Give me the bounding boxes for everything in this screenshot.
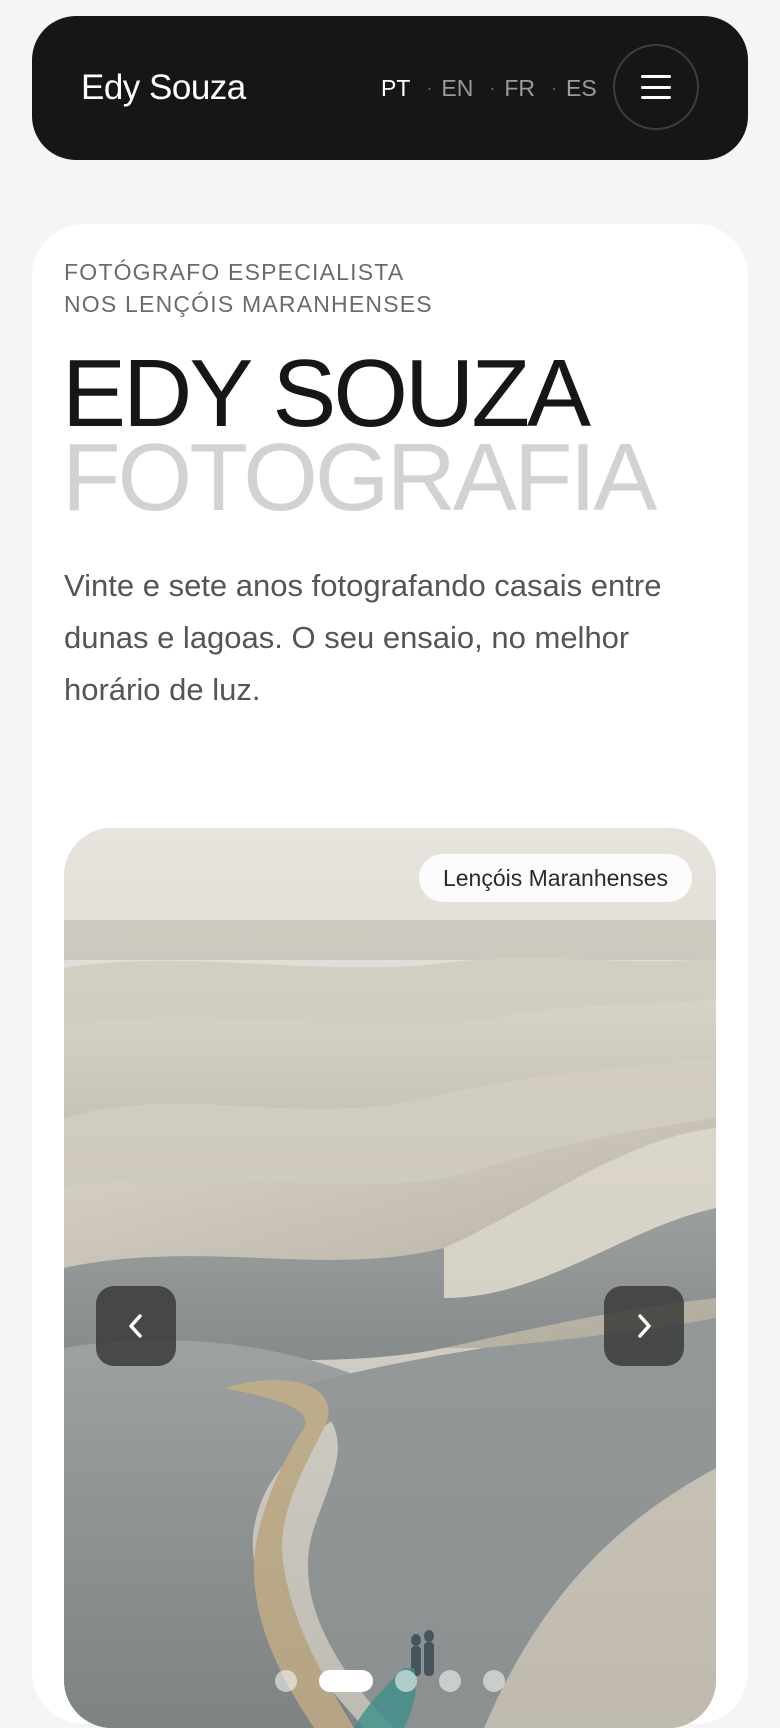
menu-button[interactable] [613,44,699,130]
lang-fr[interactable]: FR [504,75,535,102]
hero-lead: Vinte e sete anos fotografando casais en… [64,568,662,707]
lang-separator: · [426,77,433,98]
hero-title-line-2: FOTOGRAFIA [62,424,657,531]
carousel-dot-5[interactable] [483,1670,505,1692]
eyebrow-line-2: NOS LENÇÓIS MARANHENSES [64,291,433,317]
carousel-prev-button[interactable] [96,1286,176,1366]
photo-carousel[interactable]: Lençóis Maranhenses [64,828,716,1728]
lang-separator: · [489,77,496,98]
lang-separator: · [551,77,558,98]
carousel-dot-2[interactable] [319,1670,373,1692]
carousel-next-button[interactable] [604,1286,684,1366]
site-header: Edy Souza PT · EN · FR · ES [32,16,748,160]
chevron-left-icon [129,1314,142,1338]
carousel-photo [64,828,716,1728]
lang-en[interactable]: EN [441,75,473,102]
eyebrow-line-1: FOTÓGRAFO ESPECIALISTA [64,259,405,285]
carousel-dot-1[interactable] [275,1670,297,1692]
language-switcher: PT · EN · FR · ES [381,16,597,160]
carousel-pagination [64,1670,716,1692]
lang-es[interactable]: ES [566,75,597,102]
chevron-right-icon [638,1314,651,1338]
carousel-dot-4[interactable] [439,1670,461,1692]
hero-card: FOTÓGRAFO ESPECIALISTA NOS LENÇÓIS MARAN… [32,224,748,1728]
brand-logo[interactable]: Edy Souza [81,16,246,160]
lang-pt[interactable]: PT [381,75,410,102]
hamburger-menu-icon [641,75,671,99]
hero-eyebrow: FOTÓGRAFO ESPECIALISTA NOS LENÇÓIS MARAN… [64,256,433,320]
hero-title: EDY SOUZA FOTOGRAFIA [62,346,657,531]
carousel-dot-3[interactable] [395,1670,417,1692]
location-badge: Lençóis Maranhenses [418,854,692,902]
